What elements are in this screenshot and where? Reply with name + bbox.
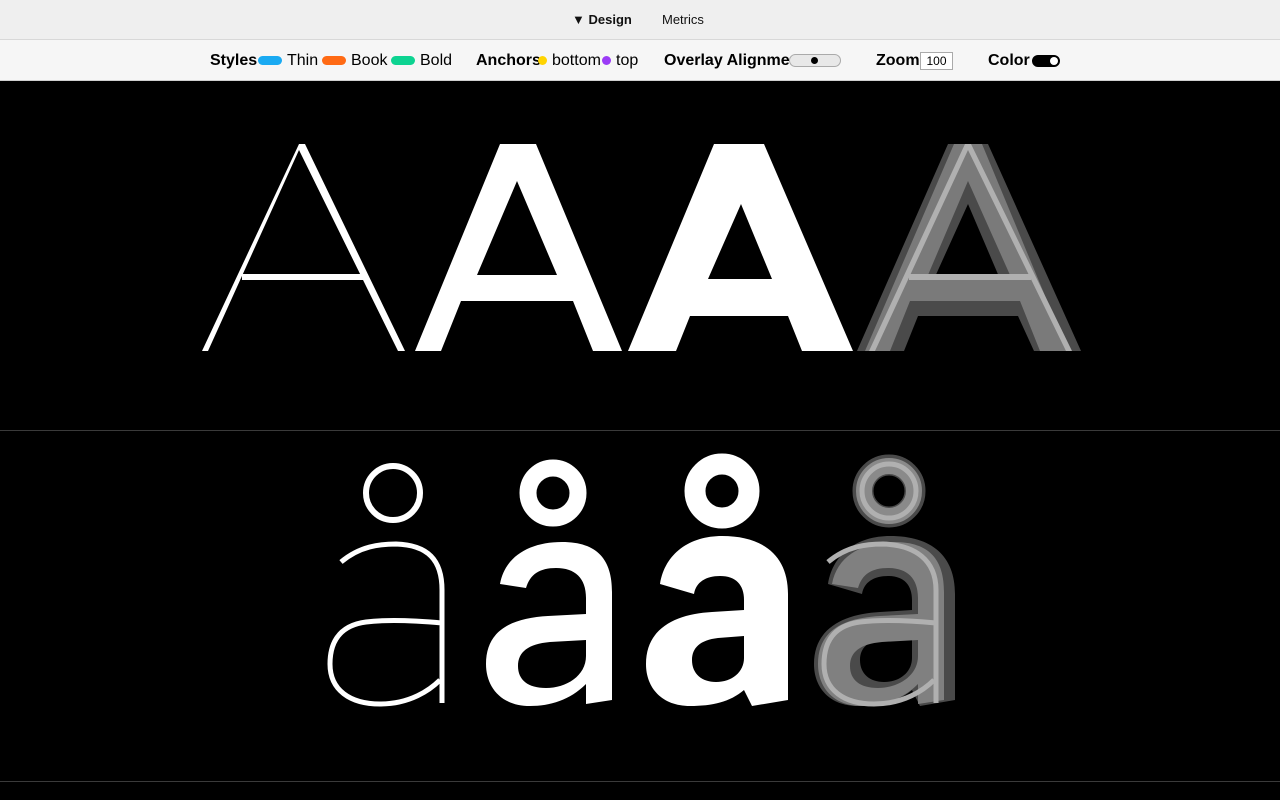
glyph-A-bold (628, 144, 853, 351)
glyph-A-book (415, 144, 622, 351)
glyph-aring-book (486, 459, 612, 706)
glyph-aring-overlay (814, 454, 955, 707)
glyph-aring-bold (646, 453, 788, 706)
glyph-A-overlay (857, 144, 1081, 351)
glyph-A-thin (202, 144, 405, 351)
glyph-aring-thin (327, 463, 445, 707)
glyph-preview (202, 144, 1081, 707)
